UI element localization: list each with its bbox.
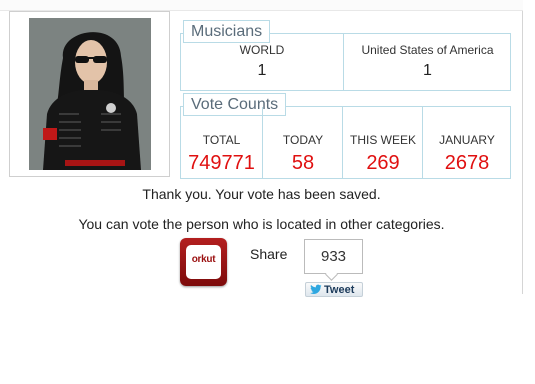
orkut-share-button[interactable]: orkut [180,238,227,286]
rank-value: 1 [257,62,267,79]
twitter-bird-icon [310,284,322,299]
orkut-icon: orkut [186,245,221,279]
artist-photo[interactable] [29,18,151,170]
vote-value: 2678 [444,152,490,174]
artist-portrait-image [29,18,151,170]
vote-label: TOTAL [202,133,241,147]
vote-cell-total: TOTAL 749771 [181,107,262,178]
vote-label: TODAY [282,133,324,147]
vote-label: THIS WEEK [349,133,416,147]
rank-value: 1 [423,62,432,79]
vote-saved-message: Thank you. Your vote has been saved. [142,186,381,202]
vote-value: 269 [366,152,400,174]
vote-value: 749771 [188,152,255,174]
musicians-rank-panel: Musicians WORLD 1 United States of Ameri… [180,20,511,91]
vote-cell-today: TODAY 58 [262,107,343,178]
vote-cell-this-week: THIS WEEK 269 [342,107,423,178]
rank-label: WORLD [239,43,285,57]
vote-other-categories-message: You can vote the person who is located i… [78,216,445,232]
artist-photo-frame [9,11,170,177]
tweet-button-label: Tweet [324,284,355,296]
orkut-logo-text: orkut [191,254,216,265]
vote-value: 58 [291,152,315,174]
rank-label[interactable]: United States of America [344,43,511,57]
rank-cell-world: WORLD 1 [181,34,343,90]
share-label: Share [250,246,288,262]
vote-counts-panel: Vote Counts TOTAL 749771 TODAY 58 THIS W… [180,93,511,179]
rank-cell-country: United States of America 1 [343,34,511,90]
tweet-button[interactable]: Tweet [305,282,363,297]
top-bar [0,0,523,11]
tweet-count-bubble[interactable]: 933 [304,239,363,274]
vote-cell-month: JANUARY 2678 [422,107,511,178]
vote-label: JANUARY [439,133,495,147]
